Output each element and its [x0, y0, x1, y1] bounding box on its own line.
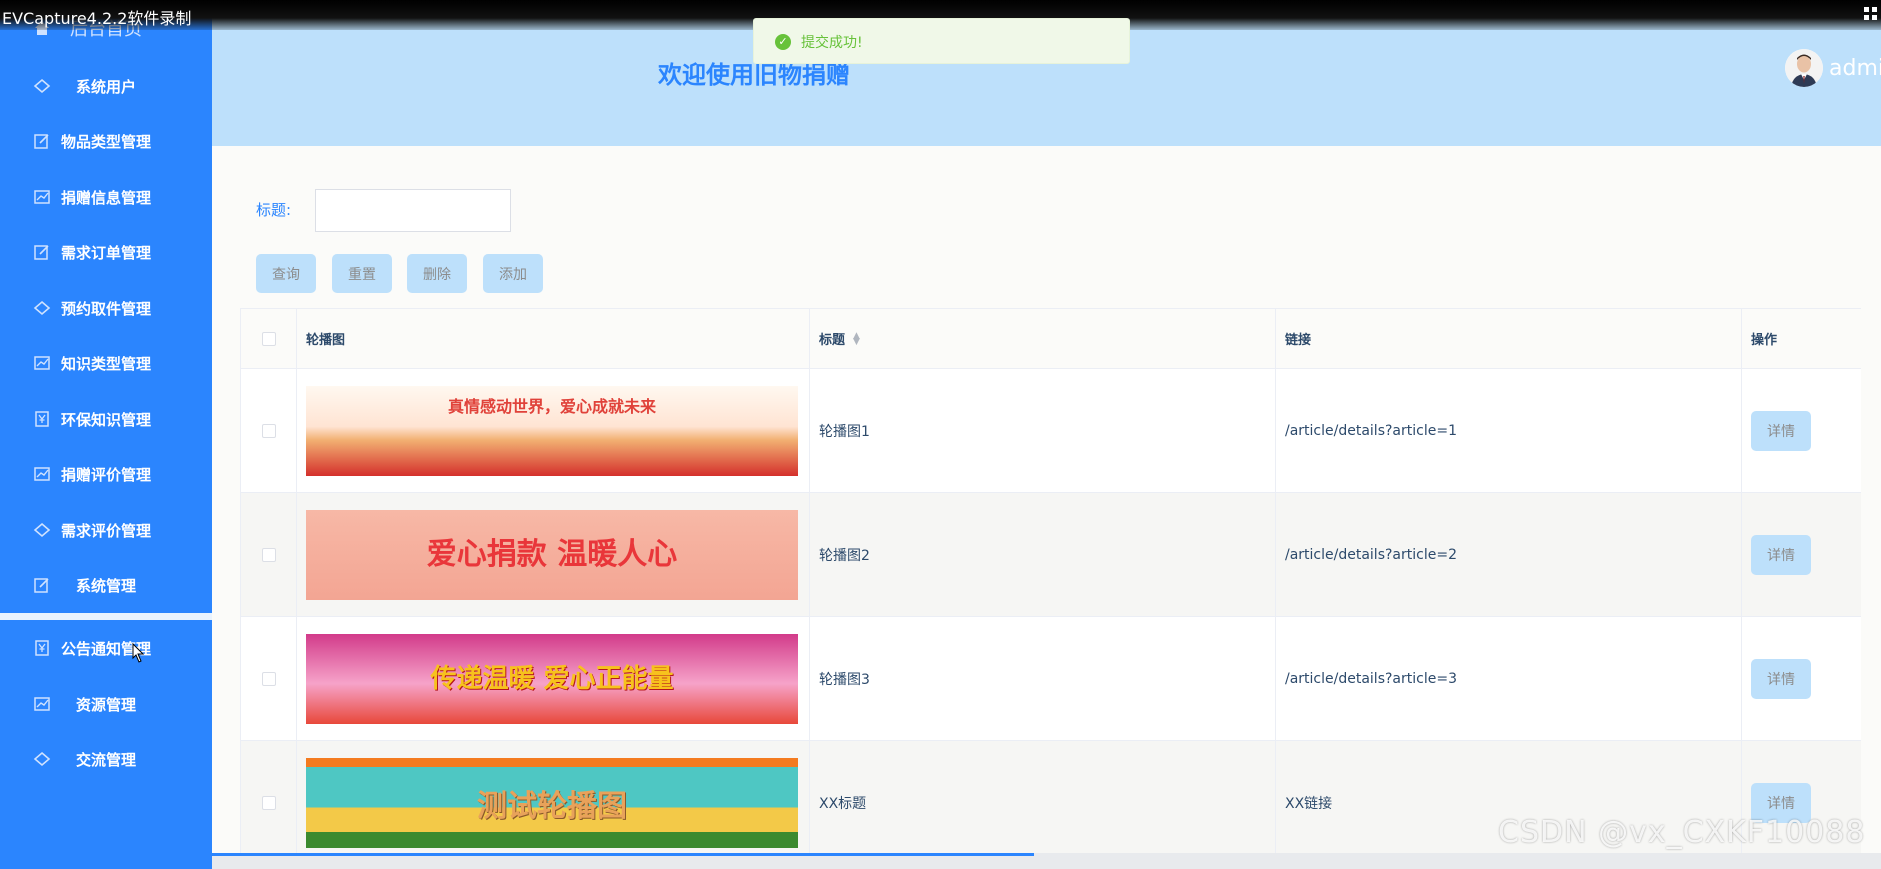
check-circle-icon: ✓ [775, 34, 791, 50]
sidebar-item-communication[interactable]: 交流管理 [0, 739, 212, 779]
detail-button[interactable]: 详情 [1751, 534, 1811, 575]
recorder-label: EVCapture4.2.2软件录制 [2, 9, 192, 28]
banner-text: 真情感动世界，爱心成就未来 [447, 396, 656, 416]
sidebar-item-resources[interactable]: 资源管理 [0, 684, 212, 724]
sidebar-item-label: 捐赠评价管理 [60, 465, 151, 484]
sidebar-item-label: 资源管理 [75, 695, 136, 714]
sidebar-item-demand-orders[interactable]: 需求订单管理 [0, 232, 212, 272]
carousel-image: 爱心捐款 温暖人心 [306, 509, 798, 600]
banner-text: 传递温暖 爱心正能量 [430, 663, 674, 694]
reset-button[interactable]: 重置 [332, 254, 392, 293]
select-all-checkbox[interactable] [261, 331, 276, 346]
sidebar-item-label: 需求订单管理 [60, 243, 151, 262]
toast-message: 提交成功! [801, 35, 863, 51]
avatar[interactable] [1785, 49, 1823, 87]
carousel-image: 测试轮播图 [306, 757, 798, 848]
sidebar-item-label: 环保知识管理 [60, 410, 151, 429]
sidebar-item-system-users[interactable]: 系统用户 [0, 66, 212, 106]
row-link: /article/details?article=1 [1276, 369, 1742, 492]
sidebar-item-pickup-booking[interactable]: 预约取件管理 [0, 288, 212, 328]
sidebar-item-label: 系统用户 [75, 77, 136, 96]
header-link: 链接 [1276, 309, 1742, 368]
sidebar-item-system-settings[interactable]: 系统管理 [0, 565, 212, 605]
success-toast: ✓ 提交成功! [753, 18, 1130, 64]
sidebar-item-donation-reviews[interactable]: 捐赠评价管理 [0, 454, 212, 494]
table-row: 爱心捐款 温暖人心 轮播图2 /article/details?article=… [241, 493, 1861, 617]
grid-icon[interactable] [1863, 6, 1879, 22]
row-checkbox[interactable] [261, 423, 276, 438]
sidebar-divider [0, 613, 212, 620]
delete-button[interactable]: 删除 [407, 254, 467, 293]
title-search-label: 标题: [256, 201, 292, 219]
sidebar-item-label: 系统管理 [75, 576, 136, 595]
sidebar-item-announcements[interactable]: 公告通知管理 [0, 628, 212, 668]
row-checkbox[interactable] [261, 671, 276, 686]
carousel-image: 真情感动世界，爱心成就未来 [306, 385, 798, 476]
sidebar-item-label: 预约取件管理 [60, 299, 151, 318]
sidebar-item-label: 公告通知管理 [60, 639, 151, 658]
username-label[interactable]: admin [1829, 56, 1881, 81]
row-title: 轮播图3 [810, 617, 1276, 740]
sidebar-item-label: 物品类型管理 [60, 132, 151, 151]
row-link: /article/details?article=3 [1276, 617, 1742, 740]
sidebar-item-knowledge-types[interactable]: 知识类型管理 [0, 343, 212, 383]
carousel-image: 传递温暖 爱心正能量 [306, 633, 798, 724]
banner-text: 爱心捐款 温暖人心 [426, 536, 678, 572]
sidebar-item-label: 知识类型管理 [60, 354, 151, 373]
sidebar-item-label: 需求评价管理 [60, 521, 151, 540]
detail-button[interactable]: 详情 [1751, 658, 1811, 699]
sidebar-item-donation-info[interactable]: 捐赠信息管理 [0, 177, 212, 217]
scrollbar-thumb[interactable] [212, 853, 1034, 856]
row-title: XX标题 [810, 741, 1276, 864]
table-header-row: 轮播图 标题 ▲ ▼ 链接 操作 [241, 309, 1861, 369]
title-search-input[interactable] [315, 189, 511, 232]
sidebar-item-demand-reviews[interactable]: 需求评价管理 [0, 510, 212, 550]
row-title: 轮播图1 [810, 369, 1276, 492]
header-image: 轮播图 [297, 309, 810, 368]
sidebar-group-main: 后台首页 系统用户 物品类型管理 捐赠信息管理 需求订单管理 预约取件管理 知识… [0, 0, 212, 613]
header-checkbox-cell [241, 309, 297, 368]
table-row: 真情感动世界，爱心成就未来 轮播图1 /article/details?arti… [241, 369, 1861, 493]
query-button[interactable]: 查询 [256, 254, 316, 293]
banner-text: 测试轮播图 [477, 788, 627, 824]
row-checkbox[interactable] [261, 547, 276, 562]
detail-button[interactable]: 详情 [1751, 410, 1811, 451]
row-checkbox[interactable] [261, 795, 276, 810]
header-title-label: 标题 [819, 333, 846, 348]
watermark: CSDN @vx_CXKF10088 [1498, 815, 1866, 850]
row-title: 轮播图2 [810, 493, 1276, 616]
sort-icon[interactable]: ▲ ▼ [853, 331, 860, 346]
header-actions: 操作 [1742, 309, 1861, 368]
table-row: 传递温暖 爱心正能量 轮播图3 /article/details?article… [241, 617, 1861, 741]
add-button[interactable]: 添加 [483, 254, 543, 293]
sidebar: 后台首页 系统用户 物品类型管理 捐赠信息管理 需求订单管理 预约取件管理 知识… [0, 0, 212, 869]
sidebar-item-label: 捐赠信息管理 [60, 188, 151, 207]
carousel-table: 轮播图 标题 ▲ ▼ 链接 操作 真情感动世界，爱心成就未来 轮播图1 /artic… [240, 308, 1861, 869]
row-link: /article/details?article=2 [1276, 493, 1742, 616]
sidebar-item-eco-knowledge[interactable]: 环保知识管理 [0, 399, 212, 439]
sidebar-item-item-types[interactable]: 物品类型管理 [0, 121, 212, 161]
sidebar-item-label: 交流管理 [75, 750, 136, 769]
mouse-cursor-icon [132, 643, 145, 663]
header-title[interactable]: 标题 ▲ ▼ [810, 309, 1276, 368]
